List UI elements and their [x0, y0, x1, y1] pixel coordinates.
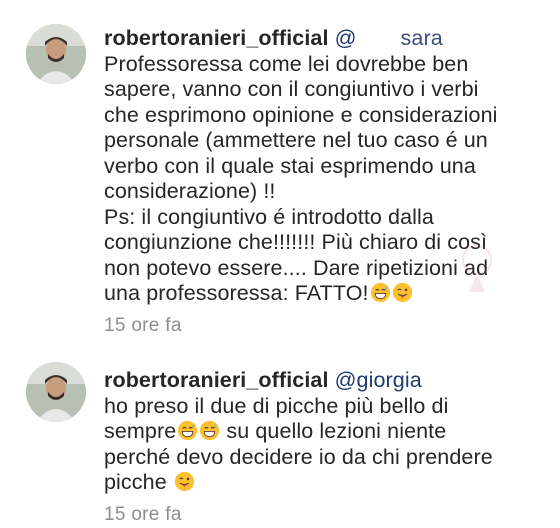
- comment-text-line: sempre su quello lezioni niente: [104, 419, 544, 445]
- comment-text-line: picche: [104, 470, 544, 496]
- comment-text-line: perché devo decidere io da chi prendere: [104, 444, 493, 469]
- comment-text-line: ho preso il due di picche più bello di: [104, 393, 449, 418]
- grinning-sweat-emoji: [370, 282, 391, 303]
- comment-text-line: che esprimono opinione e considerazioni: [104, 102, 498, 127]
- avatar[interactable]: [26, 24, 86, 84]
- comment-header: robertoranieri_official @ sara: [104, 26, 544, 52]
- comment-text: una professoressa: FATTO!: [104, 281, 369, 305]
- comment-text: picche: [104, 470, 173, 494]
- comment-text-line: sapere, vanno con il congiuntivo i verbi: [104, 77, 479, 101]
- comment-timestamp: 15 ore fa: [104, 503, 182, 525]
- comment-text: sempre: [104, 419, 177, 443]
- grinning-sweat-emoji: [199, 420, 220, 441]
- comment-text-line: verbo con il quale stai esprimendo una: [104, 153, 476, 178]
- winking-tongue-emoji: [392, 282, 413, 303]
- avatar[interactable]: [26, 362, 86, 422]
- comment-text-line: considerazione) !!: [104, 179, 276, 203]
- comment-text-line: Professoressa come lei dovrebbe ben: [104, 51, 469, 76]
- username-link[interactable]: robertoranieri_official: [104, 26, 329, 50]
- comment-text-line: personale (ammettere nel tuo caso é un: [104, 128, 488, 152]
- watermark-icon: [462, 245, 492, 292]
- username-link[interactable]: robertoranieri_official: [104, 368, 329, 392]
- comment-text: su quello lezioni niente: [220, 419, 447, 443]
- comment-header: robertoranieri_official @giorgia: [104, 368, 544, 394]
- comment-text-line: Ps: il congiuntivo é introdotto dalla: [104, 204, 434, 229]
- mention-name[interactable]: sara: [401, 26, 443, 50]
- mention-link[interactable]: @giorgia: [335, 368, 422, 392]
- winking-tongue-emoji: [174, 471, 195, 492]
- mention-link[interactable]: @: [335, 26, 357, 50]
- grinning-sweat-emoji: [177, 420, 198, 441]
- comment-timestamp: 15 ore fa: [104, 314, 182, 336]
